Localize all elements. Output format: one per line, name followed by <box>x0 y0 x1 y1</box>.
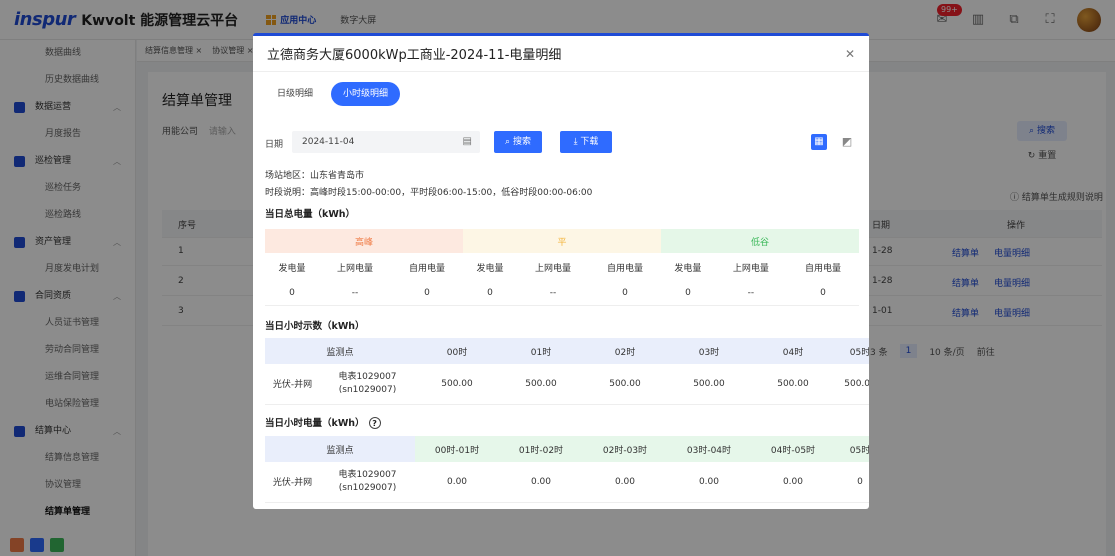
cell-value: 500.00 <box>666 364 751 405</box>
column-header: 05时 <box>835 338 869 364</box>
column-header: 00时-01时 <box>415 436 499 462</box>
band-valley: 低谷 <box>660 229 859 253</box>
hourly-energy-title-text: 当日小时电量（kWh） <box>265 418 365 429</box>
daily-total-header: 发电量 上网电量 自用电量 发电量 上网电量 自用电量 发电量 上网电量 自用电量 <box>265 253 859 281</box>
cell-value: 0 <box>786 281 859 306</box>
table-row: 光伏-并网 电表1029007 (sn1029007) 500.00 500.00 500… <box>265 364 869 405</box>
search-button[interactable]: ⌕ 搜索 <box>494 131 542 153</box>
energy-detail-modal: 立德商务大厦6000kWp工商业-2024-11-电量明细 ✕ 日级明细 小时级… <box>253 33 869 509</box>
column-header: 监测点 <box>265 338 416 364</box>
cell-value: 0 <box>835 462 869 503</box>
column-header: 上网电量 <box>336 263 373 274</box>
cell-value: 0.00 <box>415 462 499 503</box>
cell-value: 0 <box>265 281 319 306</box>
date-label: 日期 <box>265 140 284 150</box>
cell-value: 0 <box>390 281 463 306</box>
meter-name: 电表1029007 <box>338 371 397 382</box>
meter-name: 电表1029007 <box>338 469 397 480</box>
column-header: 00时 <box>415 338 499 364</box>
column-header: 发电量 <box>476 263 504 274</box>
site-area: 场站地区：山东省青岛市 <box>265 171 365 181</box>
hourly-energy-header: 监测点 00时-01时 01时-02时 02时-03时 03时-04时 04时-05时 05… <box>265 436 869 462</box>
column-header: 03时-04时 <box>666 436 751 462</box>
download-button[interactable]: ⤓ 下载 <box>560 131 612 153</box>
cell-value: 0.00 <box>499 462 583 503</box>
tab-daily-detail[interactable]: 日级明细 <box>265 82 325 106</box>
hourly-reading-header: 监测点 00时 01时 02时 03时 04时 05时 <box>265 338 869 364</box>
modal-header: 立德商务大厦6000kWp工商业-2024-11-电量明细 ✕ <box>253 36 869 72</box>
cell-value: 0 <box>462 281 517 306</box>
column-header: 发电量 <box>674 263 702 274</box>
site-name: 光伏-并网 <box>265 364 320 405</box>
chart-view-icon[interactable]: ◩ <box>839 134 855 150</box>
cell-value: 0.00 <box>750 462 835 503</box>
hourly-reading-table: 监测点 00时 01时 02时 03时 04时 05时 光伏-并网 电表1029007 (sn1… <box>265 338 869 405</box>
period-description: 时段说明：高峰时段15:00-00:00，平时段06:00-15:00，低谷时段… <box>265 188 593 198</box>
close-icon[interactable]: ✕ <box>845 47 855 61</box>
modal-body: 日级明细 小时级明细 日期 2024-11-04 ▤ ⌕ 搜索 ⤓ 下载 ▦ ◩… <box>253 72 869 509</box>
site-name: 光伏-并网 <box>265 462 320 503</box>
calendar-icon: ▤ <box>462 136 472 147</box>
meter-sn: (sn1029007) <box>338 482 397 493</box>
daily-total-table: 高峰 平 低谷 发电量 上网电量 自用电量 发电量 上网电量 自用电量 发电量 上网电量 自用电… <box>265 229 859 306</box>
tab-hourly-detail[interactable]: 小时级明细 <box>331 82 401 106</box>
cell-value: -- <box>516 281 589 306</box>
modal-title: 立德商务大厦6000kWp工商业-2024-11-电量明细 <box>267 48 562 63</box>
help-icon[interactable]: ? <box>368 417 381 429</box>
column-header: 05时 <box>835 436 869 462</box>
meter-cell: 电表1029007 (sn1029007) <box>320 462 416 503</box>
column-header: 03时 <box>666 338 751 364</box>
search-label: 搜索 <box>512 137 531 147</box>
column-header: 01时 <box>499 338 583 364</box>
column-header: 02时 <box>582 338 667 364</box>
column-header: 上网电量 <box>732 263 769 274</box>
cell-value: 500.00 <box>499 364 583 405</box>
column-header: 02时-03时 <box>582 436 667 462</box>
column-header: 自用电量 <box>804 263 841 274</box>
daily-total-values: 0 -- 0 0 -- 0 0 -- 0 <box>265 281 859 306</box>
cell-value: 500.00 <box>415 364 499 405</box>
cell-value: 0 <box>660 281 715 306</box>
cell-value: 0.00 <box>582 462 667 503</box>
column-header: 自用电量 <box>606 263 643 274</box>
daily-total-title: 当日总电量（kWh） <box>265 209 356 220</box>
band-flat: 平 <box>462 229 661 253</box>
cell-value: -- <box>319 281 391 306</box>
column-header: 发电量 <box>278 263 306 274</box>
cell-value: 0 <box>588 281 661 306</box>
cell-value: 500.00 <box>835 364 869 405</box>
table-view-icon[interactable]: ▦ <box>811 134 827 150</box>
meter-cell: 电表1029007 (sn1029007) <box>320 364 416 405</box>
column-header: 01时-02时 <box>499 436 583 462</box>
hourly-reading-title: 当日小时示数（kWh） <box>265 321 365 332</box>
download-label: 下载 <box>580 137 599 147</box>
cell-value: -- <box>714 281 787 306</box>
column-header: 自用电量 <box>408 263 445 274</box>
table-row: 光伏-并网 电表1029007 (sn1029007) 0.00 0.00 0.00 0.0… <box>265 462 869 503</box>
band-peak: 高峰 <box>265 229 463 253</box>
date-picker[interactable]: 2024-11-04 ▤ <box>292 131 480 153</box>
cell-value: 500.00 <box>582 364 667 405</box>
date-value: 2024-11-04 <box>302 137 355 147</box>
meter-sn: (sn1029007) <box>338 384 397 395</box>
hourly-energy-table: 监测点 00时-01时 01时-02时 02时-03时 03时-04时 04时-05时 05… <box>265 436 869 503</box>
cell-value: 500.00 <box>750 364 835 405</box>
cell-value: 0.00 <box>666 462 751 503</box>
column-header: 上网电量 <box>534 263 571 274</box>
detail-level-tabs: 日级明细 小时级明细 <box>265 82 401 106</box>
column-header: 监测点 <box>265 436 416 462</box>
hourly-energy-title: 当日小时电量（kWh）? <box>265 415 381 429</box>
column-header: 04时-05时 <box>750 436 835 462</box>
column-header: 04时 <box>750 338 835 364</box>
